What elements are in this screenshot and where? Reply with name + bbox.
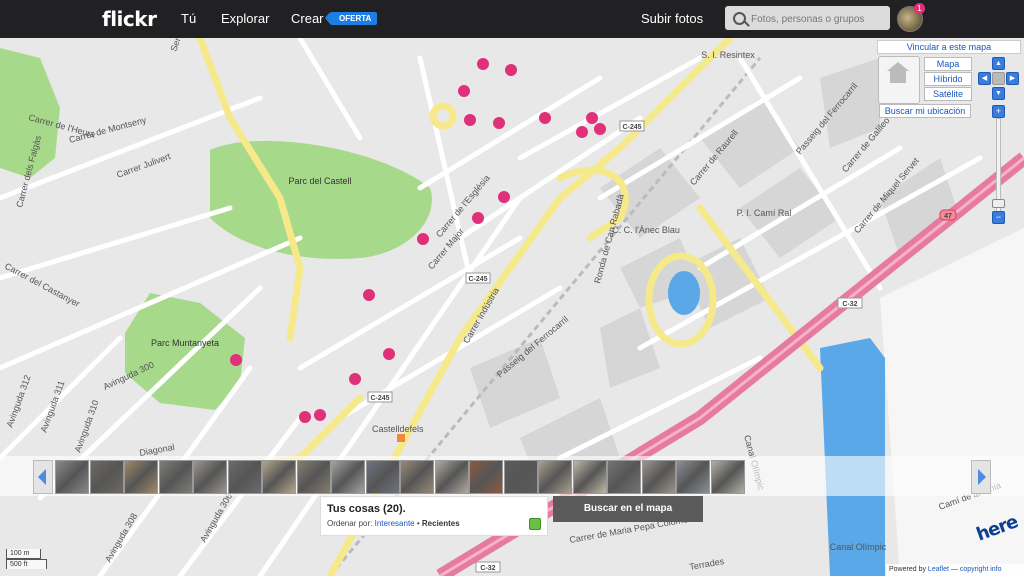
strip-next-icon[interactable] [971, 460, 991, 494]
photo-thumbnail[interactable] [400, 460, 434, 494]
photo-marker [505, 64, 517, 76]
svg-text:P. I. Camí Ral: P. I. Camí Ral [737, 208, 792, 218]
results-title: Tus cosas (20). [327, 503, 406, 515]
photo-marker [493, 117, 505, 129]
zoom-in-button[interactable]: + [992, 105, 1005, 118]
photo-marker [363, 289, 375, 301]
photo-thumbnail[interactable] [365, 460, 400, 494]
scale-feet: 500 ft [6, 559, 47, 569]
sort-options: Ordenar por: Interesante • Recientes [327, 519, 460, 528]
photo-thumbnail[interactable] [503, 460, 538, 494]
photo-thumbnail[interactable] [193, 460, 227, 494]
svg-text:C-32: C-32 [480, 565, 495, 572]
sort-interesting-link[interactable]: Interesante [375, 519, 415, 528]
zoom-slider-handle[interactable] [992, 199, 1005, 208]
find-my-location-button[interactable]: Buscar mi ubicación [879, 104, 971, 118]
photo-thumbnail[interactable] [331, 460, 365, 494]
photo-marker [314, 409, 326, 421]
sort-label: Ordenar por: [327, 519, 373, 528]
home-icon [887, 62, 909, 83]
photo-thumbnail[interactable] [89, 460, 124, 494]
home-button[interactable] [878, 56, 920, 104]
pan-right-icon[interactable]: ▶ [1006, 72, 1019, 85]
svg-text:C-245: C-245 [370, 395, 389, 402]
notification-badge[interactable]: 1 [914, 3, 925, 14]
upload-photos-link[interactable]: Subir fotos [641, 11, 703, 26]
pan-left-icon[interactable]: ◀ [978, 72, 991, 85]
photo-marker [576, 126, 588, 138]
photo-strip [0, 456, 1024, 496]
map-scale: 100 m 500 ft [6, 549, 47, 571]
photo-marker [349, 373, 361, 385]
copyright-link[interactable]: copyright info [960, 566, 1002, 573]
svg-text:C-245: C-245 [468, 276, 487, 283]
svg-text:47: 47 [944, 213, 952, 220]
photo-thumbnail[interactable] [538, 460, 572, 494]
map-type-mapa[interactable]: Mapa [924, 57, 972, 71]
svg-text:C-32: C-32 [842, 301, 857, 308]
leaflet-link[interactable]: Leaflet [928, 566, 949, 573]
photo-thumbnail[interactable] [262, 460, 296, 494]
nav-explorar-link[interactable]: Explorar [221, 11, 269, 26]
svg-text:Parc Muntanyeta: Parc Muntanyeta [151, 338, 219, 348]
pan-up-icon[interactable]: ▲ [992, 57, 1005, 70]
photo-thumbnail[interactable] [641, 460, 676, 494]
svg-text:S. I. Resintex: S. I. Resintex [701, 50, 755, 60]
top-navigation-bar: flickr Tú Explorar Crear OFERTA Subir fo… [0, 0, 1024, 38]
sort-recent-link[interactable]: Recientes [422, 519, 460, 528]
photo-thumbnail[interactable] [607, 460, 641, 494]
zoom-slider-track[interactable] [996, 118, 1001, 212]
photo-thumbnail[interactable] [434, 460, 469, 494]
pan-down-icon[interactable]: ▼ [992, 87, 1005, 100]
photo-thumbnail[interactable] [676, 460, 710, 494]
photo-marker [539, 112, 551, 124]
photo-thumbnail[interactable] [572, 460, 607, 494]
svg-text:Parc del Castell: Parc del Castell [288, 176, 351, 186]
svg-text:Canal Olímpic: Canal Olímpic [830, 542, 887, 552]
photo-thumbnail[interactable] [227, 460, 262, 494]
photo-marker [472, 212, 484, 224]
photo-marker [586, 112, 598, 124]
flickr-logo[interactable]: flickr [102, 7, 157, 31]
search-box [725, 6, 890, 30]
scale-meters: 100 m [6, 549, 41, 559]
svg-text:C-245: C-245 [622, 124, 641, 131]
photo-thumbnail[interactable] [710, 460, 745, 494]
sort-separator: • [416, 519, 420, 528]
castelldefels-station-icon [397, 434, 405, 442]
results-panel: Tus cosas (20). Ordenar por: Interesante… [320, 496, 548, 536]
photo-marker [498, 191, 510, 203]
photo-thumbnail[interactable] [158, 460, 193, 494]
photo-marker [383, 348, 395, 360]
search-input[interactable] [749, 9, 889, 29]
photo-thumbnail[interactable] [296, 460, 331, 494]
photo-thumbnail[interactable] [55, 460, 89, 494]
svg-text:Castelldefels: Castelldefels [372, 424, 424, 434]
photo-thumbnail[interactable] [124, 460, 158, 494]
photo-marker [464, 114, 476, 126]
photo-marker [230, 354, 242, 366]
photo-marker [594, 123, 606, 135]
link-to-map-button[interactable]: Vincular a este mapa [877, 40, 1021, 54]
oferta-badge[interactable]: OFERTA [324, 12, 378, 25]
map-attribution: Powered by Leaflet — copyright info [886, 564, 1024, 576]
nav-crear-link[interactable]: Crear [291, 11, 324, 26]
photo-marker [417, 233, 429, 245]
attribution-separator: — [950, 566, 958, 573]
refresh-icon[interactable] [529, 518, 541, 530]
map-type-satelite[interactable]: Satélite [924, 87, 972, 101]
photo-marker [299, 411, 311, 423]
map-type-hibrido[interactable]: Híbrido [924, 72, 972, 86]
photo-thumbnail[interactable] [469, 460, 503, 494]
zoom-out-button[interactable]: − [992, 211, 1005, 224]
photo-marker [477, 58, 489, 70]
pan-center-button[interactable] [992, 72, 1005, 85]
nav-tu-link[interactable]: Tú [181, 11, 196, 26]
search-map-button[interactable]: Buscar en el mapa [553, 496, 703, 522]
attribution-powered: Powered by [889, 566, 926, 573]
strip-prev-icon[interactable] [33, 460, 53, 494]
svg-text:C. C. l'Ànec Blau: C. C. l'Ànec Blau [612, 225, 680, 235]
photo-marker [458, 85, 470, 97]
search-icon[interactable] [733, 12, 746, 25]
